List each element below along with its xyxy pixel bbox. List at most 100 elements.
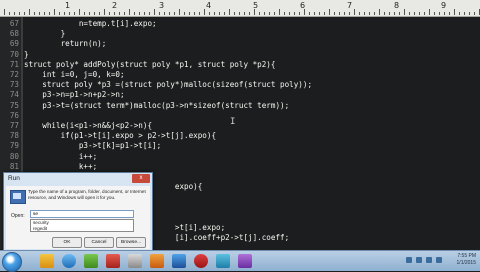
code-line[interactable]: 78 if(p1->t[i].expo > p2->t[j].expo){: [0, 131, 480, 141]
ruler-tick: [159, 12, 160, 15]
code-text[interactable]: p3->n=p1->n+p2->n;: [24, 90, 124, 100]
ruler-tick: [449, 12, 450, 15]
ruler-tick: [394, 12, 395, 15]
line-number: 72: [9, 70, 19, 79]
volume-icon[interactable]: [426, 257, 432, 263]
code-line[interactable]: 72 int i=0, j=0, k=0;: [0, 70, 480, 80]
ruler-tick: [99, 12, 100, 15]
ruler-number: 2: [112, 1, 118, 10]
code-text[interactable]: p3->t=(struct term*)malloc(p3->n*sizeof(…: [24, 101, 289, 111]
ruler-tick: [444, 12, 445, 15]
ruler-tick: [194, 12, 195, 15]
run-dialog-title: Run: [8, 175, 20, 182]
ruler-tick: [139, 12, 140, 15]
code-text[interactable]: }: [24, 50, 29, 60]
ruler-tick: [349, 12, 350, 15]
autocomplete-option[interactable]: regedit: [31, 226, 133, 232]
line-number: 74: [9, 90, 19, 100]
ok-button[interactable]: OK: [52, 237, 82, 248]
code-line[interactable]: 77 while(i<p1->n&&j<p2->n){: [0, 121, 480, 131]
system-tray[interactable]: [406, 256, 446, 265]
line-number: 67: [9, 19, 19, 28]
ruler-tick: [354, 9, 355, 15]
taskbar-clock[interactable]: 7:55 PM 1/1/2015: [457, 253, 476, 267]
ruler-tick: [424, 12, 425, 15]
code-line[interactable]: 71 struct poly* addPoly(struct poly *p1, …: [0, 60, 480, 70]
app-icon[interactable]: [238, 254, 252, 268]
ruler-number: 9: [441, 1, 447, 10]
browser-icon[interactable]: [62, 254, 76, 268]
ruler-tick: [339, 12, 340, 15]
code-line[interactable]: 70}: [0, 50, 480, 60]
ruler-number: 3: [159, 1, 165, 10]
ruler-tick: [144, 12, 145, 15]
ruler-tick: [319, 12, 320, 15]
media-player-icon[interactable]: [84, 254, 98, 268]
cancel-button[interactable]: Cancel: [84, 237, 114, 248]
network-icon[interactable]: [436, 257, 442, 263]
ruler-tick: [464, 12, 465, 15]
app-icon[interactable]: [216, 254, 230, 268]
folder-icon[interactable]: [40, 254, 54, 268]
clock-date: 1/1/2015: [456, 260, 476, 266]
tray-icon[interactable]: [416, 257, 422, 263]
ruler-tick: [389, 12, 390, 15]
close-button[interactable]: x: [132, 174, 150, 183]
start-button[interactable]: [2, 252, 22, 272]
code-line[interactable]: 67 n=temp.t[i].expo;: [0, 19, 480, 29]
code-text[interactable]: while(i<p1->n&&j<p2->n){: [24, 121, 152, 131]
ruler-number: 1: [65, 1, 71, 10]
code-line[interactable]: 81 k++;: [0, 162, 480, 172]
ruler-tick: [469, 12, 470, 15]
ruler-tick: [114, 12, 115, 15]
ruler-number: 8: [394, 1, 400, 10]
editor-icon[interactable]: [150, 254, 164, 268]
ruler-tick: [34, 12, 35, 15]
code-text[interactable]: struct poly* addPoly(struct poly *p1, st…: [24, 60, 275, 70]
app-icon[interactable]: [172, 254, 186, 268]
terminal-icon[interactable]: [128, 254, 142, 268]
code-line[interactable]: 69 return(n);: [0, 39, 480, 49]
code-line[interactable]: 73 struct poly *p3 =(struct poly*)malloc…: [0, 80, 480, 90]
ruler-tick: [189, 12, 190, 15]
tray-icon[interactable]: [406, 257, 412, 263]
autocomplete-dropdown[interactable]: security regedit: [30, 219, 134, 232]
code-text[interactable]: return(n);: [24, 39, 107, 49]
code-text[interactable]: if(p1->t[i].expo > p2->t[j].expo){: [24, 131, 216, 141]
code-text[interactable]: }: [24, 29, 66, 39]
open-input[interactable]: se: [30, 210, 134, 218]
code-line[interactable]: 75 p3->t=(struct term*)malloc(p3->n*size…: [0, 101, 480, 111]
ruler-tick: [214, 12, 215, 15]
ruler-number: 4: [206, 1, 212, 10]
code-line[interactable]: 68 }: [0, 29, 480, 39]
ruler-tick: [234, 12, 235, 15]
code-line[interactable]: 74 p3->n=p1->n+p2->n;: [0, 90, 480, 100]
ruler-tick: [404, 9, 405, 15]
ruler-tick: [129, 9, 130, 15]
ruler-tick: [79, 9, 80, 15]
ruler-tick: [259, 12, 260, 15]
ruler-tick: [329, 9, 330, 15]
mouse-cursor-ibeam: I: [230, 117, 236, 127]
ruler-tick: [279, 9, 280, 15]
ruler-tick: [119, 12, 120, 15]
code-text[interactable]: k++;: [24, 162, 97, 172]
code-text[interactable]: int i=0, j=0, k=0;: [24, 70, 124, 80]
opera-icon[interactable]: [194, 254, 208, 268]
code-line[interactable]: 80 i++;: [0, 152, 480, 162]
run-program-icon: [10, 190, 26, 204]
code-text[interactable]: struct poly *p3 =(struct poly*)malloc(si…: [24, 80, 312, 90]
ruler-tick: [9, 12, 10, 15]
code-text[interactable]: n=temp.t[i].expo;: [24, 19, 157, 29]
code-line[interactable]: 79 p3->t[k]=p1->t[i];: [0, 141, 480, 151]
code-line[interactable]: 76: [0, 111, 480, 121]
ruler-tick: [274, 12, 275, 15]
code-text[interactable]: p3->t[k]=p1->t[i];: [24, 141, 161, 151]
ruler-tick: [84, 12, 85, 15]
app-icon[interactable]: [106, 254, 120, 268]
ruler-tick: [229, 9, 230, 15]
ruler-number: 5: [253, 1, 259, 10]
browse-button[interactable]: Browse...: [116, 237, 146, 248]
ruler-tick: [434, 12, 435, 15]
code-text[interactable]: i++;: [24, 152, 97, 162]
